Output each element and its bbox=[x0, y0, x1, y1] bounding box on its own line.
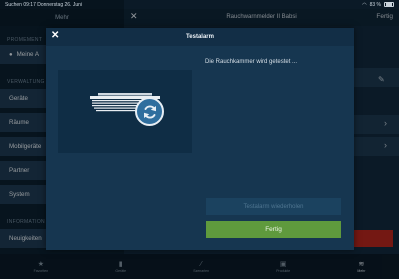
battery-percent: 83 % bbox=[369, 1, 381, 8]
status-left-text: Suchen 09:17 Donnerstag 26. Juni bbox=[5, 1, 82, 8]
testalarm-dialog: ✕ Testalarm Die Rauchkammer wird geteste… bbox=[46, 28, 354, 250]
repeat-test-button[interactable]: Testalarm wiederholen bbox=[206, 198, 341, 215]
status-right: ◠ 83 % bbox=[362, 2, 394, 8]
battery-icon bbox=[384, 1, 394, 8]
done-button[interactable]: Fertig bbox=[206, 221, 341, 238]
wifi-icon: ◠ bbox=[362, 1, 367, 8]
dialog-header: ✕ Testalarm bbox=[46, 28, 354, 46]
smoke-detector-illustration bbox=[58, 70, 192, 153]
refresh-icon bbox=[135, 97, 164, 126]
dialog-title: Testalarm bbox=[186, 33, 214, 40]
status-bar: Suchen 09:17 Donnerstag 26. Juni ◠ 83 % bbox=[0, 0, 399, 9]
test-status-text: Die Rauchkammer wird getestet ... bbox=[205, 59, 298, 65]
